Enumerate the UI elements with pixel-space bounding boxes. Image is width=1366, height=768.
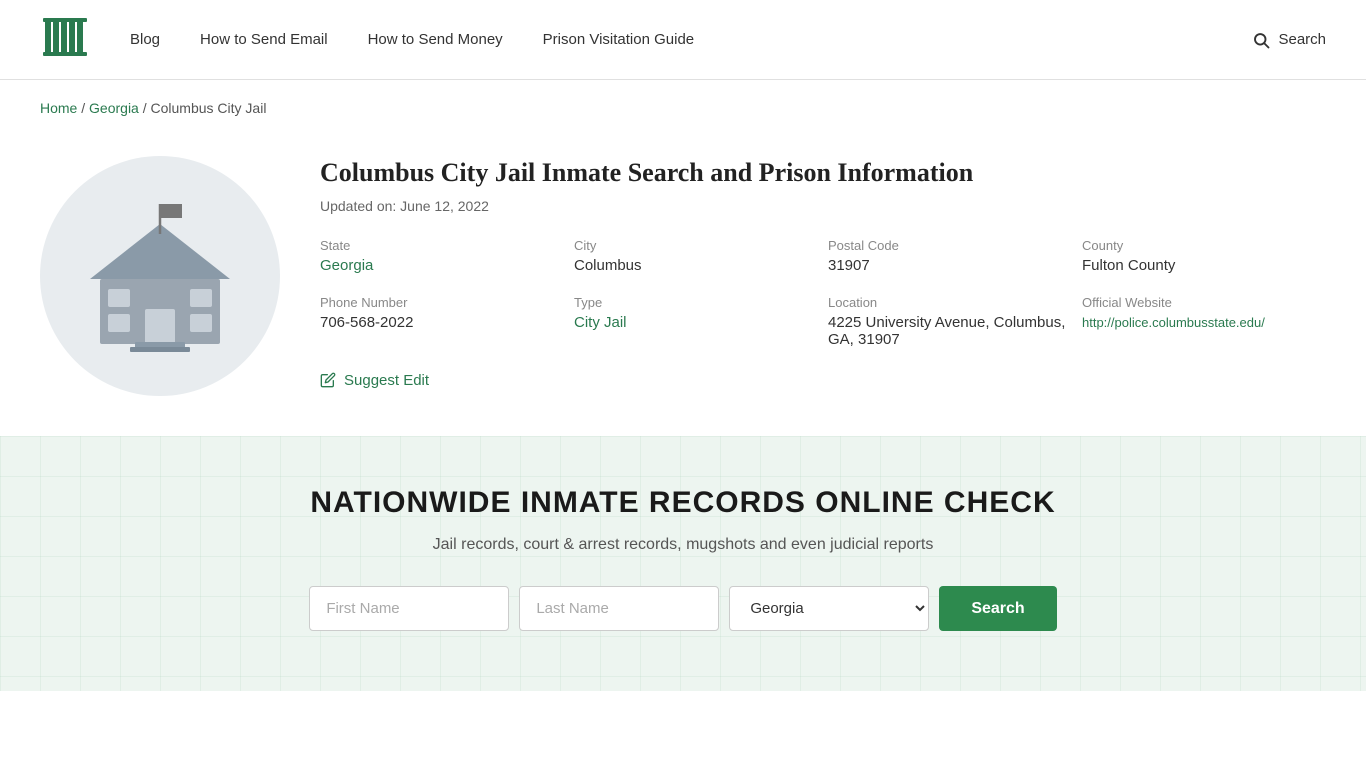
location-value: 4225 University Avenue, Columbus, GA, 31… — [828, 314, 1072, 348]
state-select[interactable]: AlabamaAlaskaArizonaArkansasCaliforniaCo… — [729, 586, 929, 631]
phone-value: 706-568-2022 — [320, 314, 564, 331]
search-icon — [1252, 31, 1270, 49]
fields-grid: State Georgia City Columbus Postal Code … — [320, 238, 1326, 348]
website-value[interactable]: http://police.columbusstate.edu/ — [1082, 315, 1265, 330]
search-button[interactable]: Search — [939, 586, 1056, 631]
search-form: AlabamaAlaskaArizonaArkansasCaliforniaCo… — [40, 586, 1326, 631]
logo[interactable] — [40, 12, 90, 67]
type-label: Type — [574, 295, 818, 310]
first-name-input[interactable] — [309, 586, 509, 631]
field-type: Type City Jail — [574, 295, 818, 348]
postal-value: 31907 — [828, 257, 1072, 274]
pencil-icon — [320, 372, 336, 388]
city-value: Columbus — [574, 257, 818, 274]
nav-blog[interactable]: Blog — [130, 31, 160, 48]
state-label: State — [320, 238, 564, 253]
field-city: City Columbus — [574, 238, 818, 275]
last-name-input[interactable] — [519, 586, 719, 631]
header-search-label: Search — [1278, 31, 1326, 48]
breadcrumb-sep2: / — [143, 100, 151, 116]
suggest-edit-label: Suggest Edit — [344, 372, 429, 389]
prison-building-icon — [80, 194, 240, 359]
prison-title: Columbus City Jail Inmate Search and Pri… — [320, 156, 1326, 190]
nav-how-to-send-money[interactable]: How to Send Money — [368, 31, 503, 48]
field-phone: Phone Number 706-568-2022 — [320, 295, 564, 348]
breadcrumb-georgia[interactable]: Georgia — [89, 100, 139, 116]
field-website: Official Website http://police.columbuss… — [1082, 295, 1326, 348]
field-postal: Postal Code 31907 — [828, 238, 1072, 275]
header: Blog How to Send Email How to Send Money… — [0, 0, 1366, 80]
header-search[interactable]: Search — [1252, 31, 1326, 49]
prison-image — [40, 156, 280, 396]
breadcrumb-sep1: / — [81, 100, 89, 116]
city-label: City — [574, 238, 818, 253]
field-state: State Georgia — [320, 238, 564, 275]
postal-label: Postal Code — [828, 238, 1072, 253]
phone-label: Phone Number — [320, 295, 564, 310]
state-value[interactable]: Georgia — [320, 257, 373, 274]
suggest-edit[interactable]: Suggest Edit — [320, 372, 1326, 389]
type-value[interactable]: City Jail — [574, 314, 627, 331]
bottom-subtitle: Jail records, court & arrest records, mu… — [40, 536, 1326, 554]
county-label: County — [1082, 238, 1326, 253]
county-value: Fulton County — [1082, 257, 1326, 274]
nav: Blog How to Send Email How to Send Money… — [130, 31, 1252, 48]
nav-prison-visitation-guide[interactable]: Prison Visitation Guide — [543, 31, 694, 48]
info-section: Columbus City Jail Inmate Search and Pri… — [320, 156, 1326, 396]
breadcrumb-home[interactable]: Home — [40, 100, 77, 116]
field-county: County Fulton County — [1082, 238, 1326, 275]
bottom-section: NATIONWIDE INMATE RECORDS ONLINE CHECK J… — [0, 436, 1366, 691]
website-label: Official Website — [1082, 295, 1326, 310]
breadcrumb-current: Columbus City Jail — [151, 100, 267, 116]
location-label: Location — [828, 295, 1072, 310]
updated-on: Updated on: June 12, 2022 — [320, 198, 1326, 214]
main-content: Columbus City Jail Inmate Search and Pri… — [0, 136, 1366, 436]
bottom-title: NATIONWIDE INMATE RECORDS ONLINE CHECK — [40, 486, 1326, 520]
nav-how-to-send-email[interactable]: How to Send Email — [200, 31, 328, 48]
breadcrumb: Home / Georgia / Columbus City Jail — [0, 80, 1366, 136]
field-location: Location 4225 University Avenue, Columbu… — [828, 295, 1072, 348]
